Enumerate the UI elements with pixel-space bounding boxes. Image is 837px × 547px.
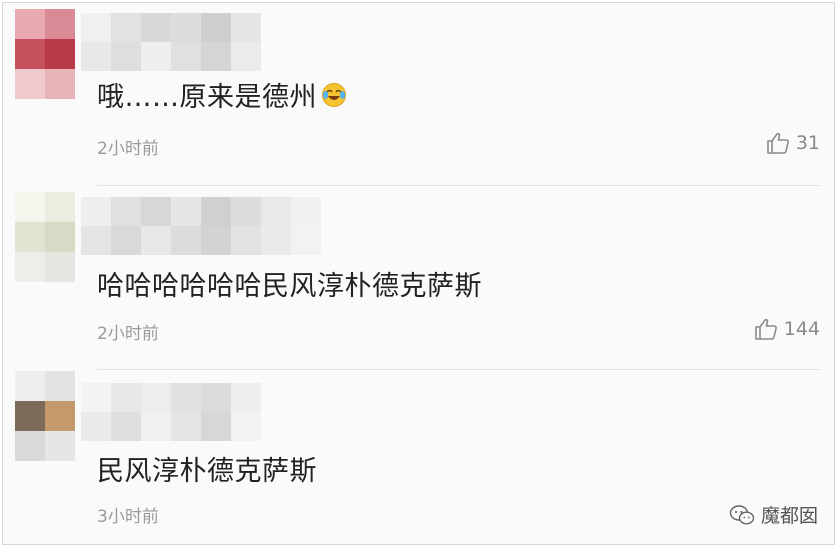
username-pixel [171, 13, 201, 42]
username-pixel [231, 197, 261, 226]
avatar[interactable] [15, 192, 75, 282]
comment-text-content: 民风淳朴德克萨斯 [97, 456, 317, 487]
avatar-pixel [45, 192, 75, 222]
laughing-crying-emoji-icon [321, 82, 347, 108]
username-pixel [81, 197, 111, 226]
username-pixelated[interactable] [81, 383, 261, 441]
username-pixel [111, 383, 141, 412]
avatar-pixel [15, 401, 45, 431]
username-pixel [171, 383, 201, 412]
like-count: 144 [783, 318, 820, 340]
username-pixel [261, 226, 291, 255]
like-button[interactable]: 31 [766, 132, 820, 154]
username-pixel [111, 226, 141, 255]
username-pixel [171, 412, 201, 441]
comment-text: 哦……原来是德州 [97, 75, 347, 114]
username-pixel [81, 412, 111, 441]
username-pixel [201, 383, 231, 412]
comment-time: 2小时前 [97, 324, 159, 344]
username-pixel [141, 42, 171, 71]
username-pixel [81, 13, 111, 42]
username-pixel-row [81, 412, 261, 441]
username-pixel [201, 13, 231, 42]
watermark-text: 魔都囡 [760, 505, 818, 527]
username-pixel [171, 226, 201, 255]
username-pixel-row [81, 13, 261, 42]
username-pixel [141, 197, 171, 226]
username-pixel [291, 197, 321, 226]
username-pixel [231, 42, 261, 71]
like-count: 31 [795, 132, 820, 154]
avatar-pixel [15, 222, 45, 252]
username-pixel [141, 412, 171, 441]
username-pixel [201, 42, 231, 71]
username-pixel [81, 383, 111, 412]
username-pixel [141, 13, 171, 42]
comment-list: 哦……原来是德州 2小时前 31 哈哈哈哈哈哈民风淳朴德克萨斯 2小时前 144… [2, 2, 835, 545]
comment-item: 哦……原来是德州 2小时前 31 [3, 3, 834, 186]
username-pixel [291, 226, 321, 255]
username-pixel [81, 42, 111, 71]
avatar-pixel [15, 252, 45, 282]
avatar-pixel [15, 9, 45, 39]
avatar-pixel [45, 401, 75, 431]
username-pixel [261, 197, 291, 226]
comment-text: 哈哈哈哈哈哈民风淳朴德克萨斯 [97, 264, 482, 303]
username-pixel [111, 42, 141, 71]
thumbs-up-icon [754, 318, 777, 340]
avatar-pixel [45, 252, 75, 282]
avatar[interactable] [15, 9, 75, 99]
username-pixel [201, 197, 231, 226]
username-pixel-row [81, 197, 321, 226]
comment-time: 3小时前 [97, 507, 159, 527]
like-button[interactable]: 144 [754, 318, 820, 340]
username-pixel [111, 412, 141, 441]
comment-text: 民风淳朴德克萨斯 [97, 449, 317, 488]
username-pixel [171, 197, 201, 226]
comment-item: 哈哈哈哈哈哈民风淳朴德克萨斯 2小时前 144 [3, 187, 834, 370]
username-pixel [141, 226, 171, 255]
username-pixel [231, 13, 261, 42]
divider [97, 185, 820, 186]
avatar-pixel [15, 69, 45, 99]
username-pixel-row [81, 226, 321, 255]
username-pixel [111, 13, 141, 42]
username-pixel-row [81, 383, 261, 412]
avatar-pixel [45, 222, 75, 252]
username-pixel [81, 226, 111, 255]
username-pixel [201, 412, 231, 441]
username-pixel [111, 197, 141, 226]
comment-text-content: 哦……原来是德州 [97, 82, 317, 113]
avatar-pixel [15, 371, 45, 401]
wechat-icon [729, 504, 755, 525]
watermark: 魔都囡 [729, 501, 818, 528]
avatar-pixel [45, 9, 75, 39]
username-pixel [231, 412, 261, 441]
username-pixelated[interactable] [81, 197, 321, 255]
username-pixel [141, 383, 171, 412]
divider [97, 369, 820, 370]
avatar-pixel [45, 371, 75, 401]
username-pixel [231, 226, 261, 255]
comment-text-content: 哈哈哈哈哈哈民风淳朴德克萨斯 [97, 271, 482, 302]
comment-time: 2小时前 [97, 139, 159, 159]
username-pixelated[interactable] [81, 13, 261, 71]
avatar-pixel [45, 431, 75, 461]
avatar-pixel [45, 39, 75, 69]
username-pixel [201, 226, 231, 255]
comment-item: 民风淳朴德克萨斯 3小时前 [3, 371, 834, 544]
avatar[interactable] [15, 371, 75, 461]
username-pixel-row [81, 42, 261, 71]
username-pixel [171, 42, 201, 71]
username-pixel [231, 383, 261, 412]
avatar-pixel [15, 39, 45, 69]
avatar-pixel [15, 192, 45, 222]
thumbs-up-icon [767, 132, 789, 154]
avatar-pixel [45, 69, 75, 99]
avatar-pixel [15, 431, 45, 461]
